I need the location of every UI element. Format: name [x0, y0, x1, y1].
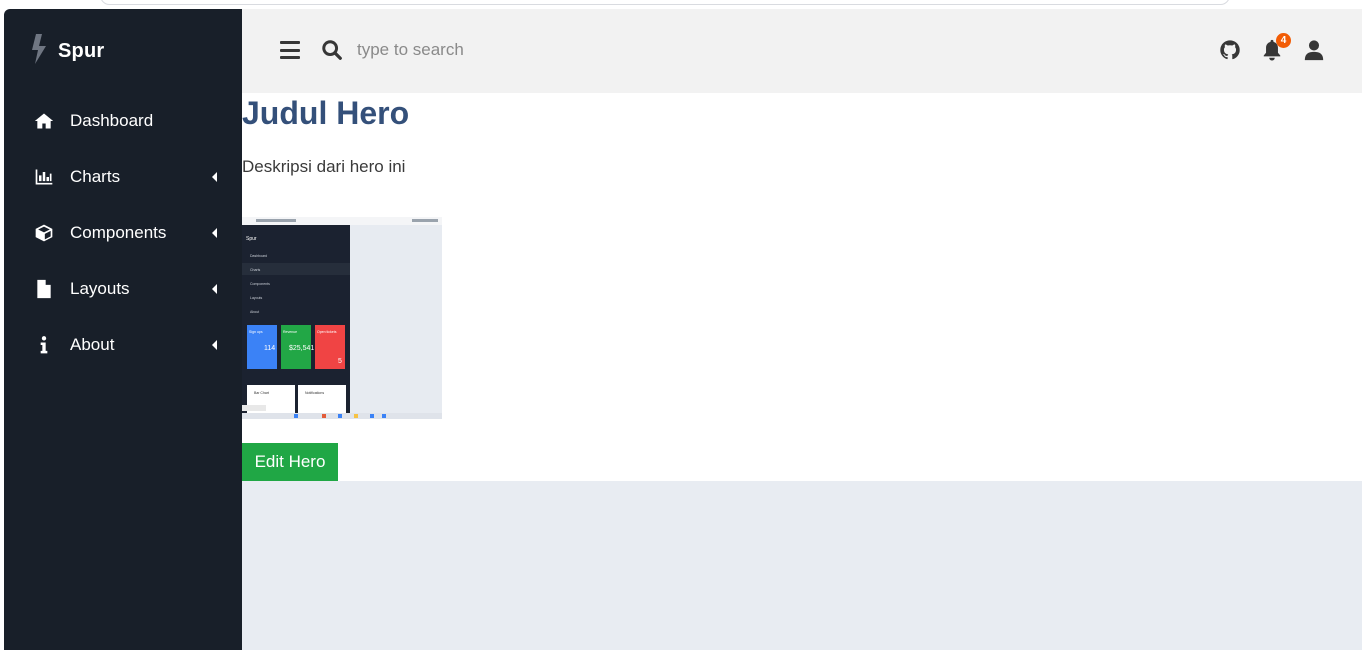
browser-address-bar-edge — [100, 0, 1230, 5]
thumbnail-card-value: $25,541 — [289, 345, 314, 352]
search-input[interactable] — [357, 37, 757, 63]
search-icon[interactable] — [321, 39, 343, 61]
thumbnail-menu-item: Layouts — [250, 296, 263, 300]
bolt-logo-icon — [30, 33, 50, 69]
brand[interactable]: Spur — [30, 33, 105, 69]
thumbnail-menu-item: Dashboard — [250, 254, 267, 258]
sidebar-item-components[interactable]: Components — [4, 205, 242, 261]
browser-frame-top — [0, 0, 1365, 9]
home-icon — [32, 109, 56, 133]
caret-left-icon — [212, 172, 217, 182]
sidebar-item-layouts[interactable]: Layouts — [4, 261, 242, 317]
caret-left-icon — [212, 228, 217, 238]
hero-image: Spur Dashboard Charts Components Layouts… — [242, 217, 442, 419]
menu-icon[interactable] — [280, 41, 300, 59]
thumbnail-panel-title: Bar Chart — [254, 391, 269, 395]
hero-title: Judul Hero — [242, 95, 410, 131]
user-icon[interactable] — [1303, 39, 1325, 61]
thumbnail-card-title: Revenue — [283, 330, 297, 334]
caret-left-icon — [212, 284, 217, 294]
thumbnail-brand: Spur — [246, 236, 257, 242]
sidebar-item-label: Charts — [70, 167, 121, 186]
thumbnail-card-title: Sign ups — [249, 330, 263, 334]
sidebar-item-dashboard[interactable]: Dashboard — [4, 93, 242, 149]
thumbnail-menu-item: Charts — [250, 268, 261, 272]
dashboard-screenshot-thumbnail: Spur Dashboard Charts Components Layouts… — [242, 217, 442, 419]
bar-chart-icon — [32, 165, 56, 189]
github-icon[interactable] — [1219, 39, 1241, 61]
sidebar-item-charts[interactable]: Charts — [4, 149, 242, 205]
thumbnail-menu-item: About — [250, 310, 259, 314]
notification-badge: 4 — [1276, 33, 1291, 48]
thumbnail-panel-title: Notifications — [305, 391, 324, 395]
sidebar: Spur Dashboard Charts Components Layouts… — [4, 9, 242, 650]
thumbnail-card-title: Open tickets — [317, 330, 337, 334]
sidebar-item-label: Components — [70, 223, 167, 242]
caret-left-icon — [212, 340, 217, 350]
sidebar-item-label: About — [70, 335, 115, 354]
sidebar-item-label: Dashboard — [70, 111, 154, 130]
thumbnail-card-value: 5 — [338, 358, 342, 365]
sidebar-item-about[interactable]: About — [4, 317, 242, 373]
sidebar-item-label: Layouts — [70, 279, 130, 298]
sidebar-nav: Dashboard Charts Components Layouts Abou… — [4, 93, 242, 373]
hero-description: Deskripsi dari hero ini — [242, 157, 406, 176]
topbar: 4 — [242, 9, 1362, 93]
thumbnail-menu-item: Components — [250, 282, 270, 286]
file-icon — [32, 277, 56, 301]
info-icon — [32, 333, 56, 357]
cube-icon — [32, 221, 56, 245]
edit-hero-button[interactable]: Edit Hero — [242, 443, 338, 481]
hero-section: Judul Hero Deskripsi dari hero ini Spur … — [242, 93, 1362, 481]
thumbnail-card-value: 114 — [264, 345, 275, 352]
main-content: Judul Hero Deskripsi dari hero ini Spur … — [242, 93, 1362, 650]
brand-name: Spur — [58, 39, 105, 62]
